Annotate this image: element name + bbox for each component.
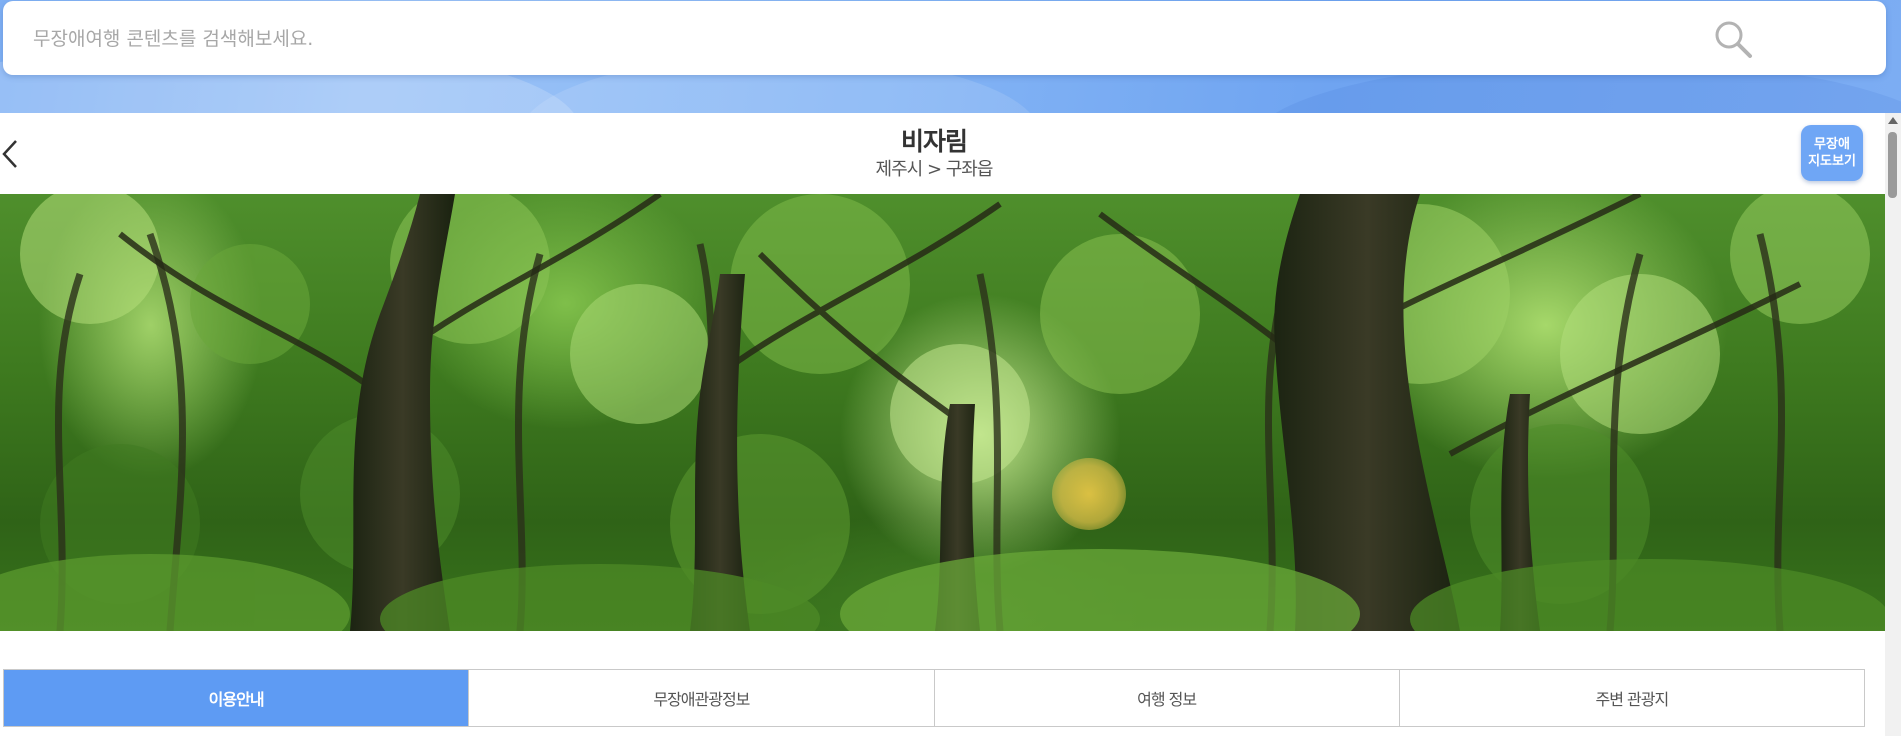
hero-image xyxy=(0,194,1885,631)
scroll-up-arrow[interactable] xyxy=(1888,117,1898,124)
tab-nearby-attractions[interactable]: 주변 관광지 xyxy=(1398,670,1864,726)
breadcrumb: 제주시 > 구좌읍 xyxy=(875,159,994,180)
map-button-label-line2: 지도보기 xyxy=(1808,154,1856,169)
tab-travel-info[interactable]: 여행 정보 xyxy=(933,670,1399,726)
tab-accessible-tourism-info[interactable]: 무장애관광정보 xyxy=(468,670,934,726)
scroll-thumb[interactable] xyxy=(1888,132,1897,198)
accessible-map-button[interactable]: 무장애 지도보기 xyxy=(1801,125,1863,181)
search-input[interactable] xyxy=(31,17,1675,61)
page-scrollbar[interactable] xyxy=(1885,113,1901,736)
content-tabs: 이용안내 무장애관광정보 여행 정보 주변 관광지 xyxy=(3,669,1865,727)
forest-illustration xyxy=(0,194,1885,631)
search-header xyxy=(0,0,1901,113)
search-box xyxy=(3,1,1886,75)
search-icon[interactable] xyxy=(1713,19,1757,63)
map-button-label-line1: 무장애 xyxy=(1814,137,1850,152)
page-title: 비자림 xyxy=(900,127,968,156)
sunlight-spot xyxy=(1052,458,1126,530)
tab-usage-guide[interactable]: 이용안내 xyxy=(4,670,469,726)
